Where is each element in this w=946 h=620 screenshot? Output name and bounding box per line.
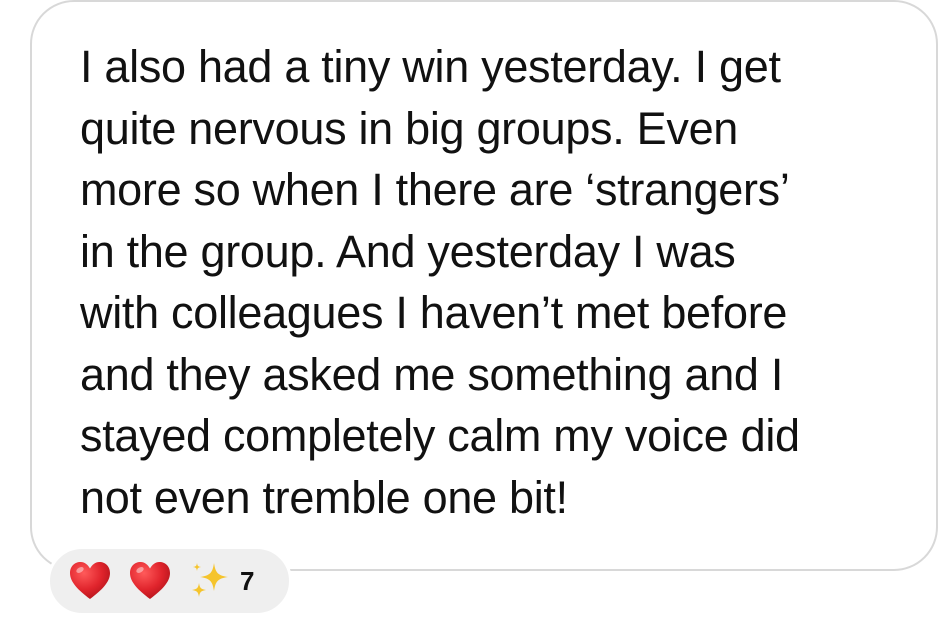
- sparkles-icon: [188, 559, 232, 603]
- message-line: more so when I there are ‘strangers’: [80, 164, 790, 215]
- message-text: I also had a tiny win yesterday. I get q…: [80, 36, 910, 528]
- message-line: I also had a tiny win yesterday. I get: [80, 41, 781, 92]
- message-line: stayed completely calm my voice did: [80, 410, 800, 461]
- heart-icon: [68, 559, 112, 603]
- reactions-pill[interactable]: 7: [47, 546, 292, 616]
- message-line: with colleagues I haven’t met before: [80, 287, 788, 338]
- reaction-count: 7: [240, 565, 255, 596]
- message-line: quite nervous in big groups. Even: [80, 102, 739, 154]
- message-line: in the group. And yesterday I was: [80, 225, 736, 277]
- heart-icon: [128, 559, 172, 603]
- message-line: not even tremble one bit!: [80, 471, 568, 523]
- message-line: and they asked me something and I: [80, 348, 784, 400]
